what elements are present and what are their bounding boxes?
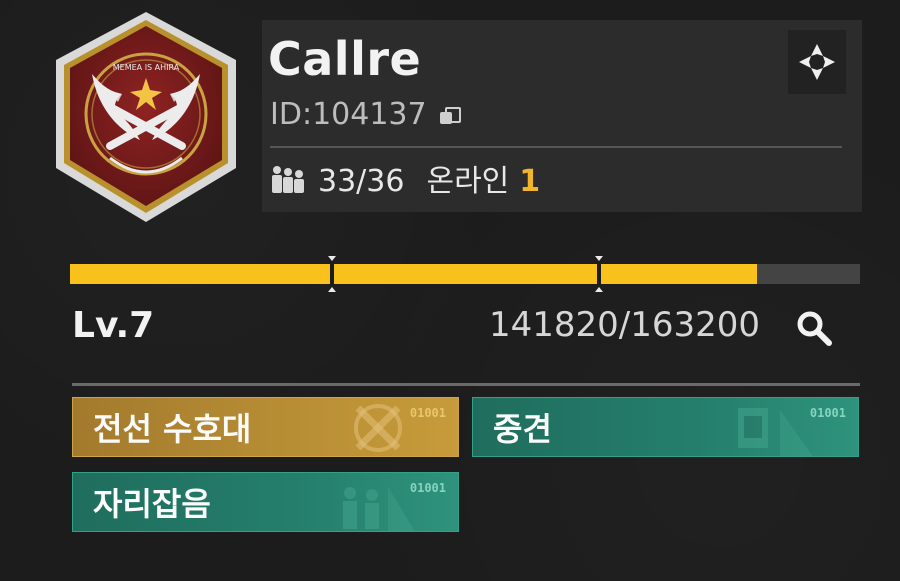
members-row: 33/36 온라인 1 xyxy=(270,164,540,200)
guild-tag-label: 중견 xyxy=(493,410,552,448)
badge-icon xyxy=(738,408,813,456)
search-icon xyxy=(797,311,832,346)
guild-tag[interactable]: 전선 수호대 01001 xyxy=(72,397,459,457)
guild-id-label: ID: xyxy=(270,97,313,132)
xp-progress-fill xyxy=(70,264,757,284)
xp-progress-bar xyxy=(70,262,860,286)
section-divider xyxy=(72,383,860,386)
guild-tag-label: 자리잡음 xyxy=(93,485,211,523)
xp-milestone-marker xyxy=(328,256,336,292)
online-label: 온라인 xyxy=(426,164,510,199)
guild-tag-label: 전선 수호대 xyxy=(93,410,252,448)
guild-id-value: 104137 xyxy=(312,97,427,132)
target-icon xyxy=(799,44,835,80)
members-icon xyxy=(343,487,415,531)
online-count: 1 xyxy=(519,164,541,199)
guild-emblem-icon: MEMEA IS AHIRA xyxy=(48,8,244,226)
guild-level: Lv.7 xyxy=(72,305,155,346)
xp-text: 141820/163200 xyxy=(488,305,760,345)
guild-tag-code: 01001 xyxy=(409,406,446,420)
shield-swords-icon xyxy=(354,404,402,452)
members-icon xyxy=(270,164,306,200)
svg-text:MEMEA IS AHIRA: MEMEA IS AHIRA xyxy=(113,63,180,72)
guild-tag[interactable]: 자리잡음 01001 xyxy=(72,472,459,532)
search-button[interactable] xyxy=(788,302,840,354)
guild-tag-code: 01001 xyxy=(809,406,846,420)
guild-id: ID: 104137 xyxy=(270,97,461,132)
guild-name: Callre xyxy=(268,32,422,86)
guild-tag-code: 01001 xyxy=(409,481,446,495)
guild-tag[interactable]: 중견 01001 xyxy=(472,397,859,457)
xp-milestone-marker xyxy=(595,256,603,292)
copy-icon[interactable] xyxy=(439,105,461,125)
header-divider xyxy=(270,146,842,148)
members-count: 33/36 xyxy=(318,164,405,199)
target-button[interactable] xyxy=(788,30,846,94)
